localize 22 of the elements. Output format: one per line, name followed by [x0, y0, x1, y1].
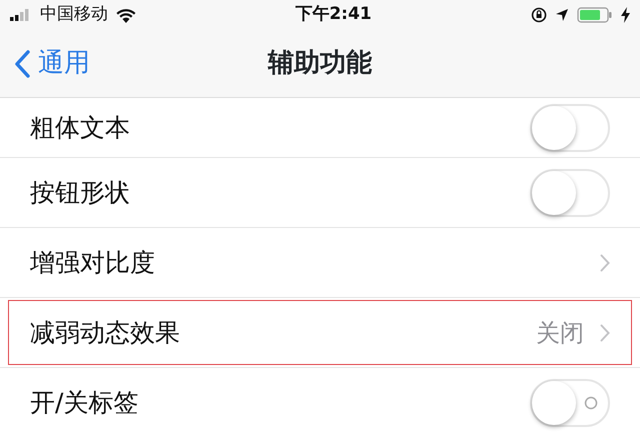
screen-title: 辅助功能	[268, 48, 372, 78]
back-button[interactable]: 通用	[0, 44, 90, 83]
off-label-icon	[584, 396, 598, 410]
status-time: 下午2:41	[295, 3, 372, 26]
setting-value: 关闭	[536, 318, 584, 348]
battery-icon	[576, 7, 613, 23]
setting-label: 按钮形状	[30, 176, 130, 209]
back-chevron-icon	[14, 50, 30, 78]
location-icon	[554, 8, 569, 22]
toggle-switch[interactable]	[530, 378, 610, 426]
setting-label: 增强对比度	[30, 246, 155, 279]
wifi-icon	[116, 8, 136, 22]
toggle-switch[interactable]	[530, 104, 610, 152]
chevron-icon[interactable]	[600, 324, 610, 342]
chevron-icon[interactable]	[600, 254, 610, 272]
orientation-lock-icon	[530, 7, 547, 23]
setting-label: 粗体文本	[30, 112, 130, 144]
charging-icon	[620, 7, 630, 23]
setting-label: 减弱动态效果	[30, 316, 180, 349]
carrier-name: 中国移动	[40, 3, 108, 26]
toggle-switch[interactable]	[530, 168, 610, 216]
setting-label: 开/关标签	[30, 386, 138, 419]
